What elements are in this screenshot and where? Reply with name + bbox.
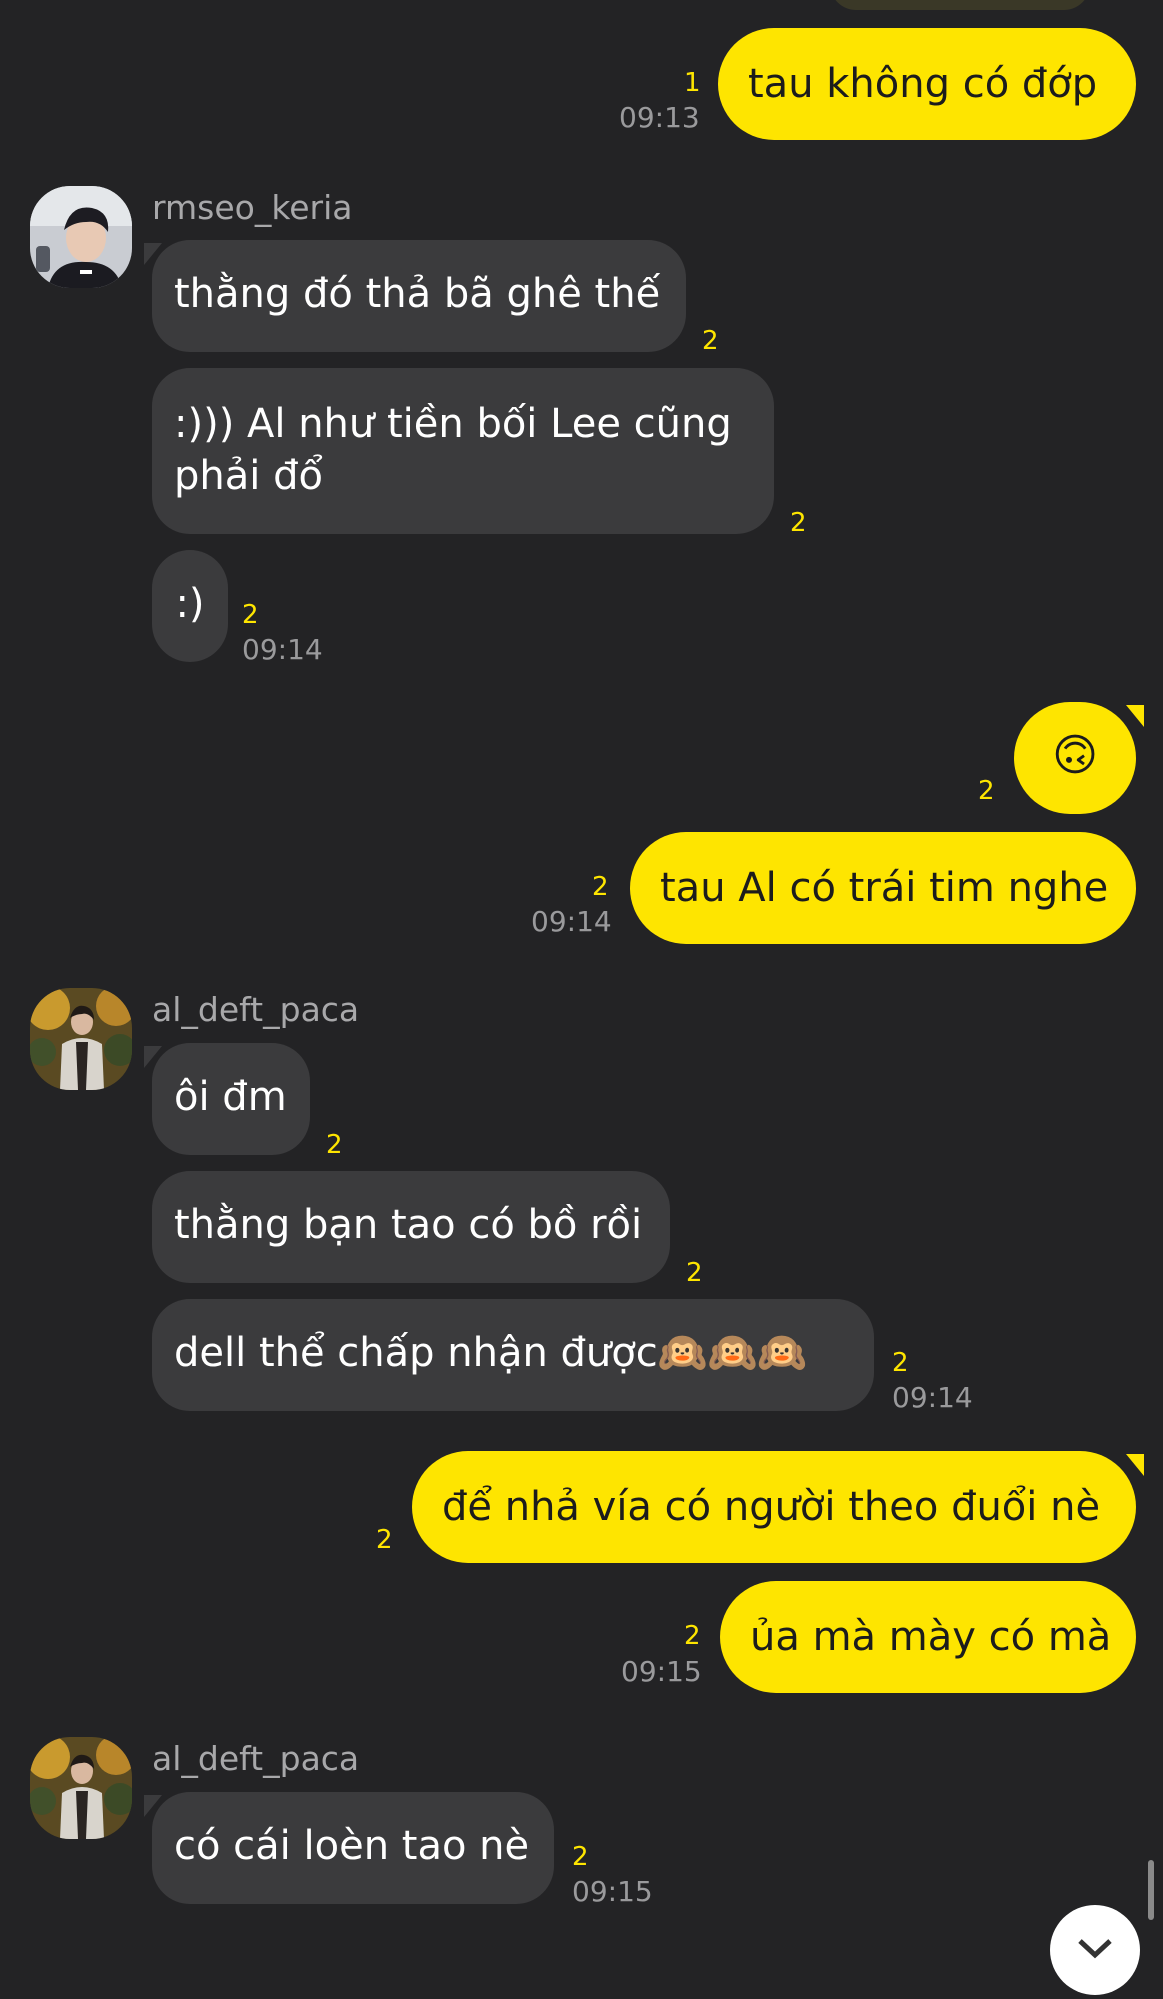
message-text: ôi đm: [174, 1074, 287, 1120]
message-text-line: :))) Al như tiền bối Lee cũng: [174, 401, 732, 447]
message-text: :): [175, 581, 205, 627]
avatar-keria-icon: [30, 186, 132, 288]
timestamp: 09:14: [531, 905, 612, 938]
unread-count: 2: [572, 1842, 589, 1872]
my-message-bubble[interactable]: 🙃: [1014, 702, 1136, 814]
unread-count: 1: [684, 68, 701, 98]
timestamp: 09:15: [621, 1655, 702, 1688]
my-message-bubble[interactable]: tau không có đớp: [718, 28, 1136, 140]
message-text-line: phải đổ: [174, 453, 323, 499]
avatar[interactable]: [30, 186, 132, 288]
unread-count: 2: [790, 508, 807, 538]
timestamp: 09:13: [619, 101, 700, 134]
avatar-deft-icon: [30, 1737, 132, 1839]
received-message-bubble[interactable]: có cái loèn tao nè: [152, 1792, 554, 1904]
timestamp: 09:15: [572, 1875, 653, 1908]
unread-count: 2: [892, 1348, 909, 1378]
avatar[interactable]: [30, 988, 132, 1090]
bubble-tail: [1126, 705, 1144, 727]
message-text: để nhả vía có người theo đuổi nè: [442, 1484, 1101, 1530]
unread-count: 2: [684, 1621, 701, 1651]
sender-name: al_deft_paca: [152, 1739, 360, 1778]
bubble-tail: [1126, 1454, 1144, 1476]
unread-count: 2: [978, 776, 995, 806]
message-text: có cái loèn tao nè: [174, 1823, 530, 1869]
received-message-bubble[interactable]: thằng đó thả bã ghê thế: [152, 240, 686, 352]
sender-name: al_deft_paca: [152, 990, 360, 1029]
my-message-bubble[interactable]: để nhả vía có người theo đuổi nè: [412, 1451, 1136, 1563]
received-message-bubble[interactable]: :): [152, 550, 228, 662]
message-text: thằng bạn tao có bồ rồi: [174, 1202, 643, 1248]
unread-count: 2: [686, 1258, 703, 1288]
timestamp: 09:14: [242, 633, 323, 666]
timestamp: 09:14: [892, 1381, 973, 1414]
unread-count: 2: [326, 1130, 343, 1160]
unread-count: 2: [702, 326, 719, 356]
received-message-bubble[interactable]: thằng bạn tao có bồ rồi: [152, 1171, 670, 1283]
sender-name: rmseo_keria: [152, 188, 353, 227]
unread-count: 2: [592, 872, 609, 902]
message-text: dell thể chấp nhận được🙉🙉🙉: [174, 1330, 808, 1376]
message-text: thằng đó thả bã ghê thế: [174, 271, 661, 317]
unread-count: 2: [376, 1525, 393, 1555]
avatar[interactable]: [30, 1737, 132, 1839]
scroll-down-button[interactable]: [1050, 1905, 1140, 1995]
my-message-bubble[interactable]: tau Al có trái tim nghe: [630, 832, 1136, 944]
received-message-bubble[interactable]: ôi đm: [152, 1043, 310, 1155]
received-message-bubble[interactable]: :))) Al như tiền bối Lee cũng phải đổ: [152, 368, 774, 534]
unread-count: 2: [242, 600, 259, 630]
message-text: tau không có đớp: [748, 61, 1098, 107]
message-emoji: 🙃: [1052, 730, 1098, 781]
my-message-bubble[interactable]: ủa mà mày có mà: [720, 1581, 1136, 1693]
scrollbar[interactable]: [1148, 1860, 1154, 1920]
received-message-bubble[interactable]: dell thể chấp nhận được🙉🙉🙉: [152, 1299, 874, 1411]
message-text: ủa mà mày có mà: [750, 1614, 1112, 1660]
avatar-deft-icon: [30, 988, 132, 1090]
previous-message-bubble: [830, 0, 1090, 10]
message-text: tau Al có trái tim nghe: [660, 865, 1109, 911]
chevron-down-icon: [1078, 1939, 1112, 1959]
